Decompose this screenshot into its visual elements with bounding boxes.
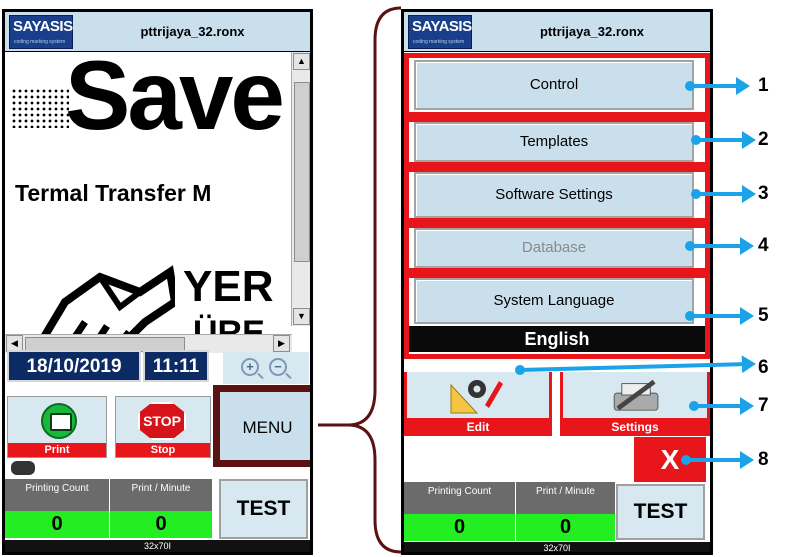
logo-text: SAYASIS (13, 18, 73, 35)
printing-count-value: 0 (5, 511, 110, 538)
logo-text: SAYASIS (412, 18, 472, 35)
callout-number-6: 6 (758, 357, 769, 378)
print-per-minute-value: 0 (516, 514, 616, 541)
preview-tagline: Termal Transfer M (15, 180, 212, 206)
sayasis-logo: SAYASIS coding marking system (408, 15, 472, 49)
stop-sign-icon: STOP (138, 402, 186, 440)
header-bar: SAYASIS coding marking system pttrijaya_… (5, 12, 310, 52)
file-name: pttrijaya_32.ronx (539, 24, 645, 39)
time-display: 11:11 (143, 350, 209, 382)
system-language-button[interactable]: System Language (414, 278, 694, 324)
printing-count-header: Printing Count (404, 482, 516, 514)
file-name: pttrijaya_32.ronx (140, 24, 245, 39)
print-per-minute-header: Print / Minute (516, 482, 616, 514)
language-value: English (409, 326, 705, 352)
preview-headline: Save (65, 52, 285, 150)
printing-count-value: 0 (404, 514, 516, 541)
zoom-controls: + − (223, 352, 309, 384)
menu-bracket-connector (318, 6, 402, 554)
format-label: 32x70I (5, 540, 310, 552)
format-label: 32x70I (404, 542, 710, 552)
callout-number-4: 4 (758, 235, 769, 256)
sayasis-logo: SAYASIS coding marking system (9, 15, 73, 49)
templates-button[interactable]: Templates (414, 122, 694, 162)
label-preview[interactable]: Save Termal Transfer M YER ÜRE (5, 52, 298, 352)
callout-number-8: 8 (758, 449, 769, 470)
callout-arrow-3 (691, 185, 756, 203)
scroll-right-arrow-icon[interactable]: ▶ (273, 335, 290, 352)
callout-arrow-2 (691, 131, 756, 149)
print-button[interactable]: Print (7, 396, 107, 458)
callout-number-7: 7 (758, 395, 769, 416)
stop-label: Stop (116, 443, 210, 457)
edit-label: Edit (466, 420, 490, 434)
stop-button[interactable]: STOP Stop (115, 396, 211, 458)
edit-gear-ruler-icon (450, 380, 503, 414)
zoom-out-icon[interactable]: − (269, 358, 287, 376)
callout-number-2: 2 (758, 129, 769, 150)
settings-label: Settings (611, 420, 659, 434)
preview-word-yer: YER (183, 262, 274, 311)
header-bar: SAYASIS coding marking system pttrijaya_… (404, 12, 710, 52)
database-button[interactable]: Database (414, 228, 694, 268)
callout-arrow-8 (681, 451, 754, 469)
test-button[interactable]: TEST (219, 479, 308, 539)
zoom-in-icon[interactable]: + (241, 358, 259, 376)
settings-button-face (563, 372, 707, 418)
callout-arrow-1 (685, 77, 750, 95)
print-per-minute-value: 0 (110, 511, 213, 538)
vertical-scrollbar[interactable]: ▲ ▼ (291, 52, 310, 326)
callout-arrow-5 (685, 307, 754, 325)
printing-count-header: Printing Count (5, 479, 110, 511)
print-per-minute-header: Print / Minute (110, 479, 213, 511)
edit-button-face (407, 372, 549, 418)
scroll-up-arrow-icon[interactable]: ▲ (293, 53, 310, 70)
logo-subtext: coding marking system (14, 39, 66, 45)
settings-printer-wrench-icon (613, 379, 659, 411)
settings-button[interactable]: Settings (560, 372, 710, 436)
print-label: Print (8, 443, 106, 457)
test-button[interactable]: TEST (616, 484, 705, 540)
callout-number-1: 1 (758, 75, 769, 96)
edit-button[interactable]: Edit (404, 372, 552, 436)
software-settings-button[interactable]: Software Settings (414, 172, 694, 218)
callout-arrow-4 (685, 237, 754, 255)
callout-number-5: 5 (758, 305, 769, 326)
date-display: 18/10/2019 (7, 350, 141, 382)
scroll-down-arrow-icon[interactable]: ▼ (293, 308, 310, 325)
menu-label: MENU (242, 418, 293, 437)
menu-button[interactable]: MENU (213, 385, 310, 467)
printer-icon (41, 403, 77, 439)
vertical-scroll-thumb[interactable] (294, 82, 310, 262)
label-roll-icon (11, 461, 35, 475)
right-screen: SAYASIS coding marking system pttrijaya_… (401, 9, 713, 555)
callout-arrow-7 (689, 397, 754, 415)
callout-number-3: 3 (758, 183, 769, 204)
dot-pattern-graphic (11, 88, 69, 128)
logo-subtext: coding marking system (413, 39, 465, 45)
left-screen: SAYASIS coding marking system pttrijaya_… (2, 9, 313, 555)
control-button[interactable]: Control (414, 60, 694, 110)
